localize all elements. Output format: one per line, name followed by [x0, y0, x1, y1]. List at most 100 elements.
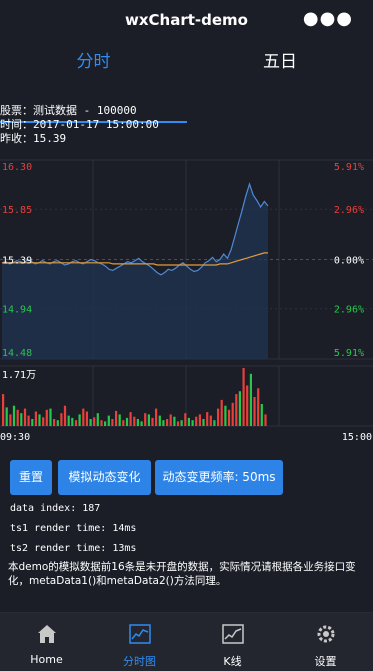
tabbar-item-home[interactable]: Home	[0, 613, 93, 671]
volume-bar	[27, 415, 30, 426]
volume-bars	[2, 368, 267, 426]
volume-bar	[144, 413, 147, 426]
volume-bar	[96, 413, 99, 426]
volume-bar	[253, 397, 256, 426]
volume-bar	[220, 399, 223, 426]
timeshare-chart-icon	[128, 624, 151, 644]
percent-tick-label: 2.96%	[334, 305, 364, 316]
volume-bar	[227, 409, 231, 426]
volume-bar	[235, 394, 238, 426]
volume-bar	[136, 419, 139, 426]
reset-button[interactable]: 重置	[10, 460, 52, 495]
volume-bar	[155, 408, 158, 426]
volume-bar	[12, 405, 16, 426]
volume-bar	[9, 414, 12, 426]
bottom-tab-bar: Home 分时图 K线 设置	[0, 612, 373, 671]
volume-bar	[56, 420, 59, 426]
volume-bar	[260, 404, 263, 426]
tabbar-label-settings: 设置	[314, 655, 337, 668]
volume-bar	[115, 410, 118, 426]
volume-bar	[129, 412, 132, 426]
volume-bar	[187, 417, 190, 426]
volume-bar	[246, 385, 249, 426]
simulate-dynamic-button[interactable]: 模拟动态变化	[58, 460, 151, 495]
volume-max-label: 1.71万	[2, 370, 36, 381]
time-axis-end-label: 15:00	[342, 432, 372, 443]
tabbar-label-timeshare: 分时图	[123, 655, 156, 668]
settings-gear-icon	[317, 625, 334, 643]
data-index-text: data index: 187	[10, 503, 101, 514]
volume-bar	[133, 416, 136, 426]
volume-bar	[53, 419, 56, 426]
tabbar-item-settings[interactable]: 设置	[279, 613, 372, 671]
volume-bar	[122, 420, 125, 426]
volume-bar	[45, 409, 48, 426]
volume-bar	[249, 373, 252, 426]
volume-bar	[78, 414, 81, 426]
volume-bar	[63, 405, 67, 426]
volume-bar	[162, 420, 165, 426]
volume-bar	[118, 414, 121, 426]
volume-bar	[125, 417, 129, 426]
price-tick-label: 16.30	[2, 162, 32, 173]
volume-bar	[191, 420, 194, 426]
ts1-render-time-text: ts1 render time: 14ms	[10, 523, 137, 534]
volume-bar	[67, 415, 70, 426]
price-tick-label: 14.48	[2, 348, 32, 359]
volume-bar	[257, 388, 260, 426]
volume-bar	[16, 409, 19, 426]
volume-bar	[173, 416, 176, 426]
volume-bar	[184, 413, 187, 426]
volume-bar	[166, 419, 169, 426]
percent-tick-label: 2.96%	[334, 205, 364, 216]
price-tick-label: 15.39	[2, 256, 32, 267]
volume-bar	[93, 417, 96, 426]
percent-tick-label: 0.00%	[334, 256, 364, 267]
volume-bar	[238, 391, 241, 426]
price-tick-label: 14.94	[2, 305, 32, 316]
volume-bar	[60, 413, 63, 426]
volume-bar	[89, 419, 92, 426]
volume-bar	[195, 416, 198, 426]
volume-bar	[23, 408, 27, 426]
tabbar-label-home: Home	[30, 653, 63, 666]
volume-bar	[158, 415, 161, 426]
volume-bar	[49, 408, 52, 426]
volume-bar	[140, 421, 143, 426]
volume-bar	[176, 421, 180, 426]
volume-bar	[198, 414, 201, 426]
volume-bar	[2, 394, 5, 426]
volume-bar	[107, 415, 110, 426]
volume-bar	[34, 411, 37, 426]
volume-bar	[224, 405, 227, 426]
volume-bar	[206, 412, 209, 426]
change-frequency-button[interactable]: 动态变更频率: 50ms	[155, 460, 283, 495]
volume-bar	[42, 417, 45, 426]
volume-bar	[169, 414, 172, 426]
volume-bar	[151, 417, 154, 426]
volume-bar	[85, 411, 88, 426]
demo-note: 本demo的模拟数据前16条是未开盘的数据，实际情况请根据各业务接口变化，met…	[8, 561, 356, 587]
price-lines	[1, 182, 269, 359]
volume-bar	[264, 414, 267, 426]
percent-tick-label: 5.91%	[334, 162, 364, 173]
volume-bar	[180, 420, 183, 426]
tabbar-item-timeshare[interactable]: 分时图	[93, 613, 186, 671]
volume-bar	[111, 419, 114, 426]
volume-bar	[104, 421, 107, 426]
home-icon	[37, 625, 56, 643]
tabbar-label-kline: K线	[223, 655, 242, 668]
volume-bar	[74, 420, 78, 426]
volume-bar	[231, 402, 234, 426]
timeshare-chart[interactable]: 16.30 5.91% 15.85 2.96% 15.39 0.00% 14.94 2.96%…	[0, 0, 373, 450]
volume-bar	[38, 414, 41, 426]
percent-tick-label: 5.91%	[334, 348, 364, 359]
volume-bar	[100, 420, 103, 426]
volume-bar	[209, 415, 212, 426]
volume-bar	[217, 408, 220, 426]
time-axis-start-label: 09:30	[0, 432, 30, 443]
volume-bar	[5, 407, 8, 426]
tabbar-item-kline[interactable]: K线	[186, 613, 279, 671]
ts2-render-time-text: ts2 render time: 13ms	[10, 543, 137, 554]
volume-bar	[31, 419, 34, 426]
